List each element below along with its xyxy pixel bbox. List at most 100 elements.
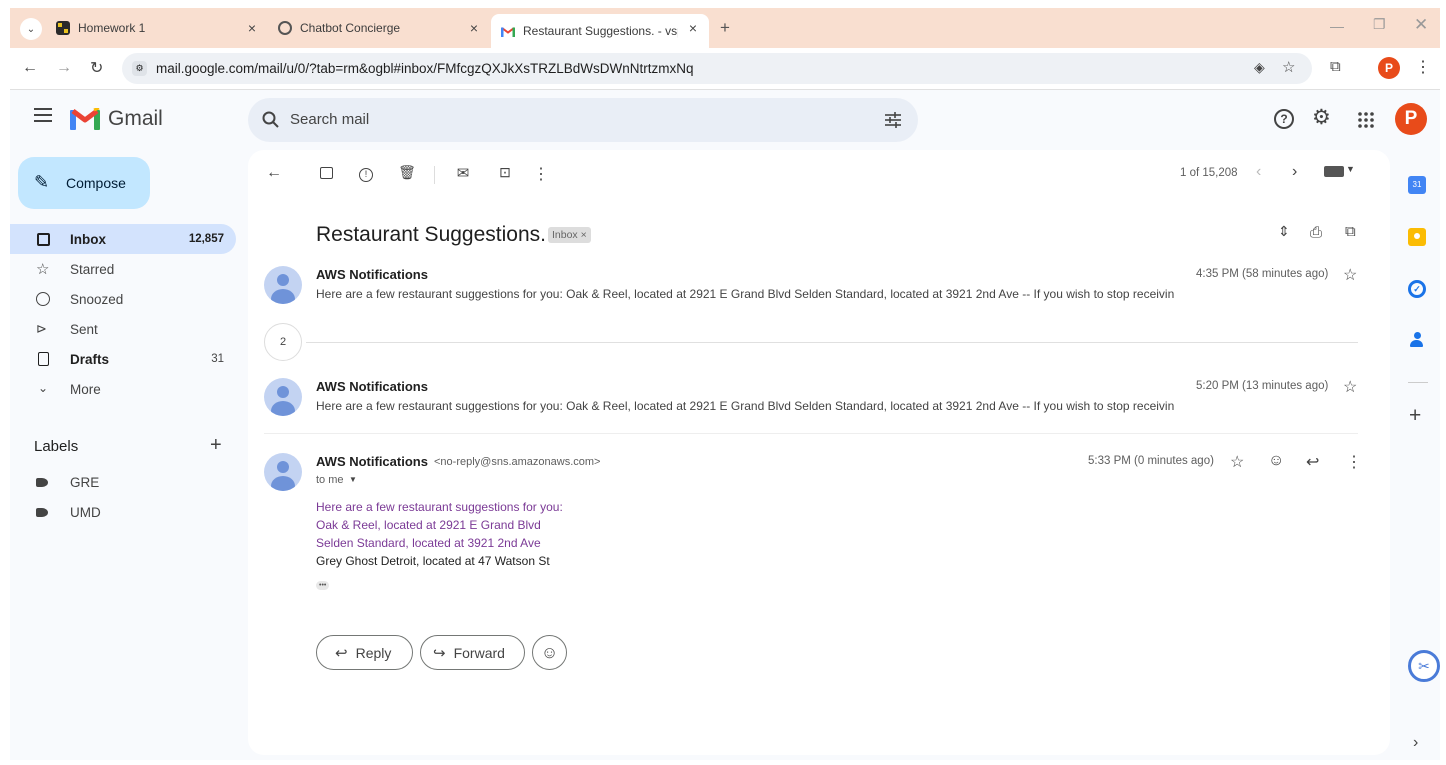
- message-more-icon[interactable]: ⋮: [1346, 452, 1362, 472]
- minimize-icon[interactable]: —: [1330, 18, 1344, 34]
- tab-search-button[interactable]: ⌄: [20, 18, 42, 40]
- settings-gear-icon[interactable]: ⚙: [1312, 105, 1331, 130]
- back-arrow-icon[interactable]: ←: [22, 59, 38, 77]
- body-line: Selden Standard, located at 3921 2nd Ave: [316, 536, 541, 550]
- scissors-extension-icon[interactable]: ✂: [1408, 650, 1440, 682]
- label-tag-icon: [36, 478, 48, 487]
- new-tab-button[interactable]: +: [720, 18, 730, 38]
- keep-icon[interactable]: [1408, 228, 1426, 246]
- send-icon: ⊳: [36, 321, 47, 336]
- message-snippet[interactable]: Here are a few restaurant suggestions fo…: [316, 287, 1174, 301]
- star-icon[interactable]: ☆: [1343, 377, 1357, 397]
- show-side-panel-chevron-icon[interactable]: ›: [1413, 734, 1418, 752]
- sender-avatar: [264, 266, 302, 304]
- eye-icon[interactable]: ◈: [1254, 59, 1265, 76]
- maximize-icon[interactable]: ❐: [1373, 16, 1386, 33]
- sidebar-item-inbox[interactable]: Inbox 12,857: [10, 224, 236, 254]
- pencil-icon: ✎: [34, 172, 50, 192]
- url-text: mail.google.com/mail/u/0/?tab=rm&ogbl#in…: [156, 61, 694, 76]
- back-to-inbox-icon[interactable]: ←: [264, 164, 284, 184]
- tab-gmail[interactable]: Restaurant Suggestions. - vspra ×: [491, 14, 709, 48]
- compose-button[interactable]: ✎ Compose: [18, 157, 150, 209]
- browser-window: ⌄ Homework 1 × Chatbot Concierge × Resta…: [10, 8, 1440, 760]
- archive-icon[interactable]: [316, 164, 336, 184]
- search-bar[interactable]: Search mail: [248, 98, 918, 142]
- help-icon[interactable]: ?: [1274, 109, 1294, 129]
- forward-button[interactable]: ↪ Forward: [420, 635, 525, 670]
- site-info-icon[interactable]: ⚙: [132, 61, 147, 76]
- sidebar-item-label: More: [70, 382, 101, 397]
- sidebar-item-starred[interactable]: ☆ Starred: [10, 254, 236, 284]
- emoji-react-button[interactable]: ☺: [532, 635, 567, 670]
- tab-close-icon[interactable]: ×: [470, 20, 478, 36]
- labels-header: Labels: [34, 438, 79, 455]
- report-spam-icon[interactable]: !: [356, 164, 376, 184]
- tab-close-icon[interactable]: ×: [248, 20, 256, 36]
- label-tag-icon: [36, 508, 48, 517]
- bookmark-star-icon[interactable]: ☆: [1282, 58, 1295, 76]
- browser-menu-icon[interactable]: ⋮: [1415, 57, 1431, 77]
- main-menu-icon[interactable]: [34, 108, 52, 122]
- collapsed-divider: [306, 342, 1358, 343]
- sidebar-item-sent[interactable]: ⊳ Sent: [10, 314, 236, 344]
- more-actions-icon[interactable]: ⋮: [531, 164, 551, 184]
- forward-icon: ↪: [433, 644, 446, 662]
- show-trimmed-content-button[interactable]: •••: [316, 581, 330, 590]
- sidebar-item-snoozed[interactable]: Snoozed: [10, 284, 236, 314]
- message-snippet[interactable]: Here are a few restaurant suggestions fo…: [316, 399, 1174, 413]
- body-line: Oak & Reel, located at 2921 E Grand Blvd: [316, 518, 541, 532]
- mark-unread-icon[interactable]: ✉: [453, 164, 473, 184]
- recipient-details-dropdown-icon[interactable]: ▼: [349, 475, 357, 484]
- apps-grid-icon[interactable]: [1357, 111, 1375, 129]
- sidebar-item-label: GRE: [70, 475, 100, 490]
- clock-icon: [36, 292, 50, 306]
- delete-trash-icon[interactable]: 🗑: [397, 164, 417, 184]
- reply-icon: ↩: [335, 644, 348, 662]
- sidebar-label-gre[interactable]: GRE: [10, 467, 236, 497]
- forward-arrow-icon[interactable]: →: [56, 59, 72, 77]
- move-to-folder-icon[interactable]: ⊡: [495, 164, 515, 184]
- input-tools-icon[interactable]: [1324, 166, 1344, 177]
- tab-strip: ⌄ Homework 1 × Chatbot Concierge × Resta…: [10, 8, 1440, 48]
- emoji-reaction-icon[interactable]: ☺: [1268, 452, 1284, 470]
- input-tools-dropdown-icon[interactable]: ▼: [1346, 164, 1355, 174]
- contacts-icon[interactable]: [1410, 332, 1424, 348]
- tab-title: Chatbot Concierge: [300, 21, 401, 35]
- hidden-messages-count[interactable]: 2: [264, 323, 302, 361]
- newer-chevron-icon[interactable]: ‹: [1256, 163, 1261, 181]
- sender-name[interactable]: AWS Notifications: [316, 454, 428, 469]
- sidebar-label-umd[interactable]: UMD: [10, 497, 236, 527]
- get-addons-icon[interactable]: +: [1409, 404, 1421, 428]
- inbox-tag-badge[interactable]: Inbox ×: [548, 227, 591, 243]
- tab-close-icon[interactable]: ×: [689, 20, 697, 36]
- expand-all-icon[interactable]: ⇕: [1278, 223, 1290, 240]
- search-options-icon[interactable]: [884, 111, 902, 129]
- extensions-icon[interactable]: ⧉: [1330, 58, 1341, 75]
- reply-arrow-icon[interactable]: ↩: [1306, 452, 1319, 472]
- sender-name[interactable]: AWS Notifications: [316, 267, 428, 282]
- sidebar-item-drafts[interactable]: Drafts 31: [10, 344, 236, 374]
- tab-chatbot[interactable]: Chatbot Concierge ×: [268, 14, 490, 42]
- star-icon[interactable]: ☆: [1230, 452, 1244, 472]
- print-icon[interactable]: ⎙: [1310, 224, 1322, 241]
- omnibox[interactable]: ⚙ mail.google.com/mail/u/0/?tab=rm&ogbl#…: [122, 53, 1312, 84]
- calendar-icon[interactable]: 31: [1408, 176, 1426, 194]
- tasks-icon[interactable]: ✓: [1408, 280, 1426, 298]
- profile-avatar[interactable]: P: [1378, 57, 1400, 79]
- reply-button[interactable]: ↩ Reply: [316, 635, 413, 670]
- gmail-logo-icon[interactable]: [70, 108, 100, 130]
- open-new-window-icon[interactable]: ⧉: [1345, 223, 1356, 240]
- body-line: Here are a few restaurant suggestions fo…: [316, 500, 563, 514]
- reload-icon[interactable]: ↻: [90, 58, 103, 78]
- older-chevron-icon[interactable]: ›: [1292, 163, 1297, 181]
- account-avatar[interactable]: P: [1395, 103, 1427, 135]
- draft-icon: [38, 352, 49, 366]
- sender-name[interactable]: AWS Notifications: [316, 379, 428, 394]
- tab-homework[interactable]: Homework 1 ×: [46, 14, 268, 42]
- sidebar-item-more[interactable]: ⌄ More: [10, 374, 236, 404]
- add-label-icon[interactable]: +: [210, 434, 222, 457]
- star-icon[interactable]: ☆: [1343, 265, 1357, 285]
- chevron-down-icon: ⌄: [38, 381, 49, 395]
- close-window-icon[interactable]: ✕: [1414, 15, 1428, 35]
- search-input[interactable]: Search mail: [290, 111, 369, 128]
